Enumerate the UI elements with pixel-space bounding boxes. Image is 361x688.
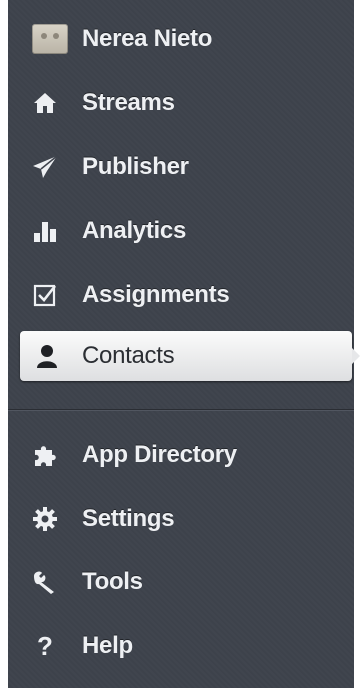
home-icon xyxy=(32,90,58,116)
nav-divider xyxy=(8,409,354,411)
nav-item-label: Tools xyxy=(82,568,143,595)
person-icon xyxy=(34,343,60,369)
nav-item-assignments[interactable]: Assignments xyxy=(8,268,354,322)
nav-item-app-directory[interactable]: App Directory xyxy=(8,428,354,482)
bar-chart-icon xyxy=(32,218,58,244)
nav-item-label: Publisher xyxy=(82,153,189,180)
profile-item[interactable]: Nerea Nieto xyxy=(8,12,354,66)
active-indicator xyxy=(352,348,360,364)
nav-item-settings[interactable]: Settings xyxy=(8,492,354,546)
nav-item-help[interactable]: ? Help xyxy=(8,619,354,673)
wrench-icon xyxy=(32,569,58,595)
nav-item-analytics[interactable]: Analytics xyxy=(8,204,354,258)
nav-item-label: Settings xyxy=(82,505,175,532)
nav-item-contacts[interactable]: Contacts xyxy=(20,331,360,381)
nav-item-streams[interactable]: Streams xyxy=(8,76,354,130)
puzzle-icon xyxy=(32,442,58,468)
question-icon: ? xyxy=(37,631,53,661)
nav-item-label: Assignments xyxy=(82,281,230,308)
nav-item-label: App Directory xyxy=(82,441,237,468)
nav-item-label: Analytics xyxy=(82,217,187,244)
nav-item-label: Streams xyxy=(82,89,175,116)
nav-item-label: Help xyxy=(82,632,133,659)
nav-item-tools[interactable]: Tools xyxy=(8,555,354,609)
sidebar-nav: Nerea Nieto Streams Publisher Analytics … xyxy=(8,0,360,688)
avatar xyxy=(32,24,68,54)
checkbox-icon xyxy=(32,282,58,308)
nav-item-publisher[interactable]: Publisher xyxy=(8,140,354,194)
profile-name: Nerea Nieto xyxy=(82,25,213,52)
paper-plane-icon xyxy=(32,154,58,180)
nav-item-label: Contacts xyxy=(82,342,175,369)
gear-icon xyxy=(32,506,58,532)
